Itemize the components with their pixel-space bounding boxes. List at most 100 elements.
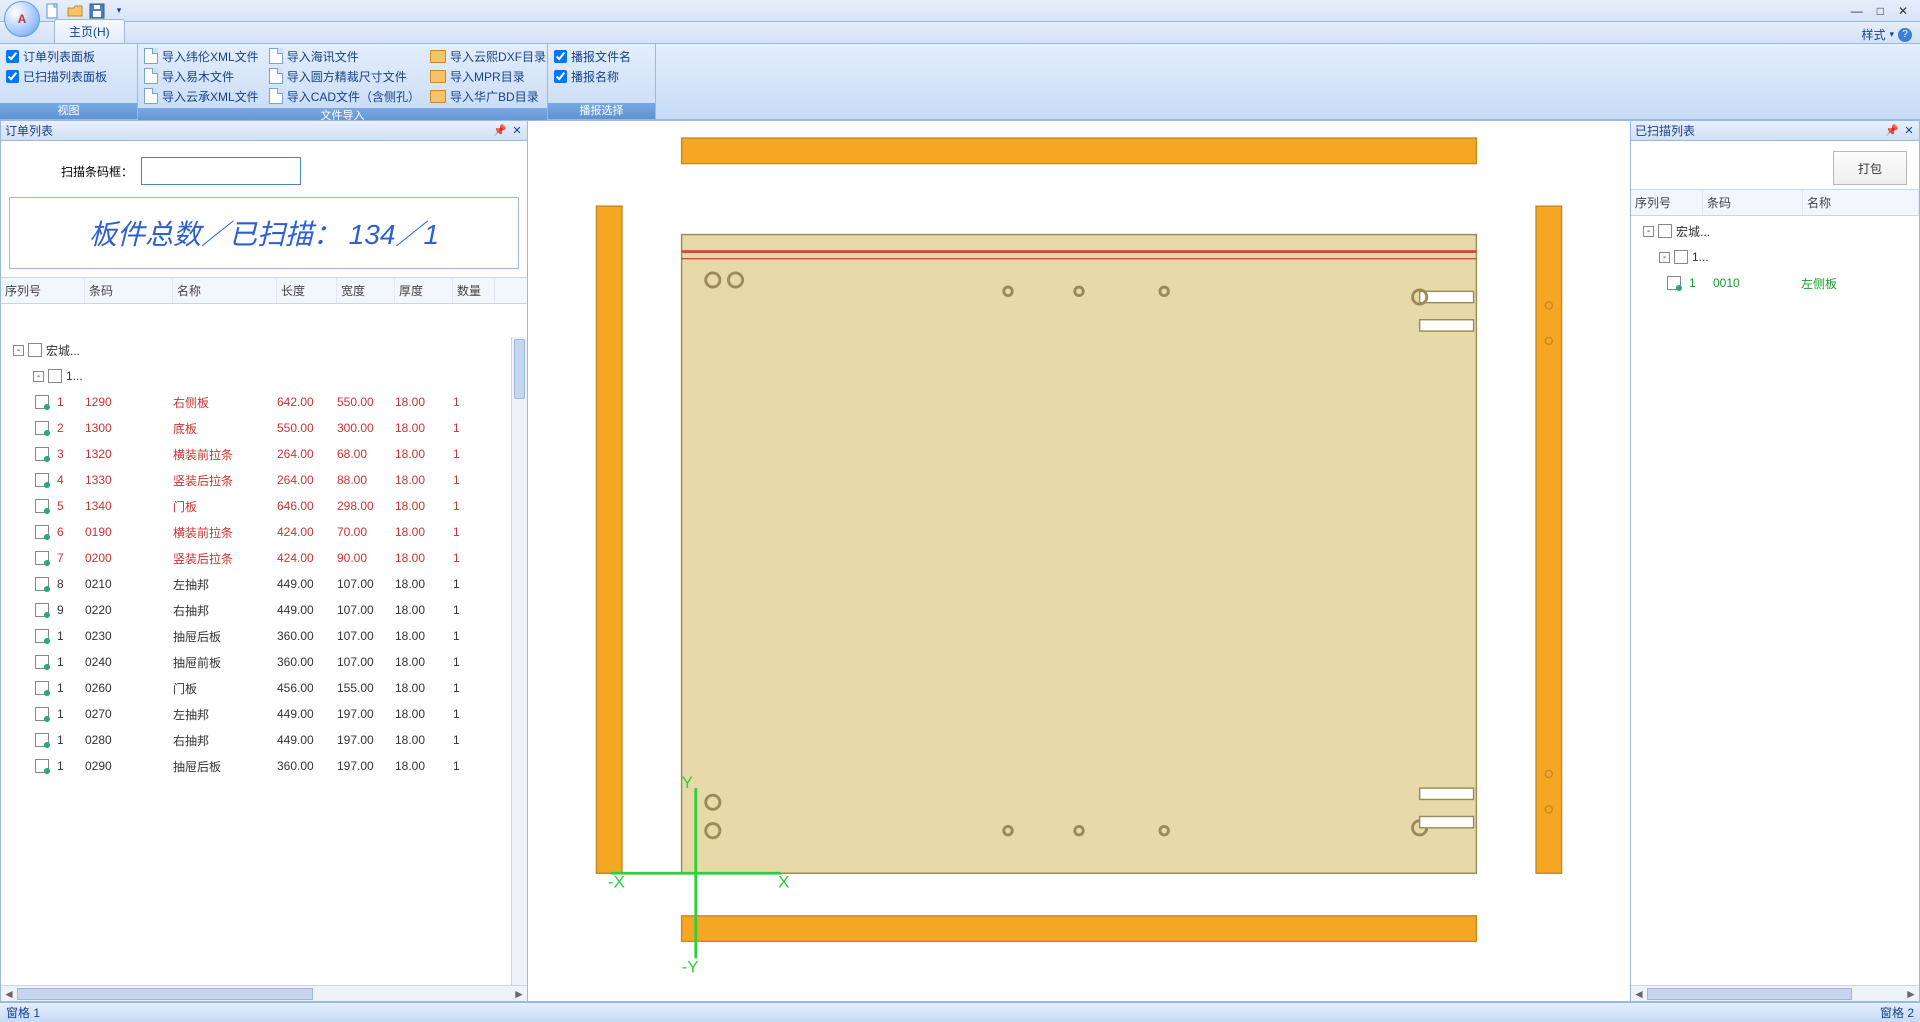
col-thickness[interactable]: 厚度 bbox=[395, 278, 453, 303]
col-barcode[interactable]: 条码 bbox=[1703, 190, 1803, 215]
tree-sub-node[interactable]: - 1... bbox=[1631, 244, 1919, 270]
style-menu[interactable]: 样式 ▾ ? bbox=[1853, 26, 1920, 43]
cell-qty: 1 bbox=[453, 525, 495, 539]
tree-toggle-icon[interactable]: - bbox=[1659, 252, 1670, 263]
qat-dropdown-button[interactable]: ▾ bbox=[110, 2, 128, 20]
scrollbar-thumb[interactable] bbox=[514, 339, 525, 399]
table-row[interactable]: 10290抽屉后板360.00197.0018.001 bbox=[1, 753, 511, 779]
btn-import-yuncheng-xml[interactable]: 导入云承XML文件 bbox=[144, 86, 259, 106]
order-tree[interactable]: - 宏城... - 1... 11290右侧板642.00550.0018.00… bbox=[1, 337, 511, 985]
table-row[interactable]: 10270左抽邦449.00197.0018.001 bbox=[1, 701, 511, 727]
pin-icon[interactable]: 📌 bbox=[493, 125, 505, 137]
table-row[interactable]: 10230抽屉后板360.00107.0018.001 bbox=[1, 623, 511, 649]
table-row[interactable]: 90220右抽邦449.00107.0018.001 bbox=[1, 597, 511, 623]
table-row[interactable]: 60190横装前拉条424.0070.0018.001 bbox=[1, 519, 511, 545]
chk-broadcast-filename[interactable]: 播报文件名 bbox=[554, 46, 649, 66]
pin-icon[interactable]: 📌 bbox=[1885, 125, 1897, 137]
col-name[interactable]: 名称 bbox=[173, 278, 277, 303]
table-row[interactable]: 31320横装前拉条264.0068.0018.001 bbox=[1, 441, 511, 467]
cell-width: 88.00 bbox=[337, 473, 395, 487]
scroll-left-icon[interactable]: ◄ bbox=[1, 987, 17, 1001]
tree-toggle-icon[interactable]: - bbox=[13, 345, 24, 356]
table-row[interactable]: 21300底板550.00300.0018.001 bbox=[1, 415, 511, 441]
close-button[interactable]: ✕ bbox=[1898, 4, 1908, 18]
minimize-button[interactable]: — bbox=[1851, 4, 1863, 18]
scanned-tree[interactable]: - 宏城... - 1... 10010左侧板 bbox=[1631, 216, 1919, 296]
table-row[interactable]: 10010左侧板 bbox=[1631, 270, 1919, 296]
scroll-left-icon[interactable]: ◄ bbox=[1631, 987, 1647, 1001]
qat-save-button[interactable] bbox=[88, 2, 106, 20]
close-icon[interactable]: ✕ bbox=[1903, 125, 1915, 137]
cell-width: 300.00 bbox=[337, 421, 395, 435]
cell-qty: 1 bbox=[453, 655, 495, 669]
table-row[interactable]: 51340门板646.00298.0018.001 bbox=[1, 493, 511, 519]
cell-length: 360.00 bbox=[277, 759, 337, 773]
scrollbar-thumb[interactable] bbox=[17, 988, 313, 1000]
btn-import-cad[interactable]: 导入CAD文件（含侧孔） bbox=[269, 86, 420, 106]
cell-index: 1 bbox=[57, 759, 85, 773]
scanned-list-panel-body: 打包 序列号 条码 名称 - 宏城... - 1... 10010左侧板 bbox=[1631, 141, 1919, 1001]
part-drawing: -X X Y -Y bbox=[528, 121, 1630, 1001]
scroll-right-icon[interactable]: ► bbox=[1903, 987, 1919, 1001]
col-length[interactable]: 长度 bbox=[277, 278, 337, 303]
tree-toggle-icon[interactable]: - bbox=[33, 371, 44, 382]
cell-barcode: 0220 bbox=[85, 603, 173, 617]
help-icon[interactable]: ? bbox=[1898, 28, 1912, 42]
tree-root-node[interactable]: - 宏城... bbox=[1, 337, 511, 363]
chk-order-panel[interactable]: 订单列表面板 bbox=[6, 46, 131, 66]
document-icon bbox=[144, 88, 158, 104]
tree-root-node[interactable]: - 宏城... bbox=[1631, 218, 1919, 244]
table-row[interactable]: 10240抽屉前板360.00107.0018.001 bbox=[1, 649, 511, 675]
close-icon[interactable]: ✕ bbox=[511, 125, 523, 137]
btn-import-weilun-xml[interactable]: 导入纬伦XML文件 bbox=[144, 46, 259, 66]
scan-barcode-input[interactable] bbox=[141, 157, 301, 185]
btn-import-yuanfang[interactable]: 导入圆方精裁尺寸文件 bbox=[269, 66, 420, 86]
tree-sub-node[interactable]: - 1... bbox=[1, 363, 511, 389]
col-qty[interactable]: 数量 bbox=[453, 278, 495, 303]
cell-qty: 1 bbox=[453, 733, 495, 747]
col-name[interactable]: 名称 bbox=[1803, 190, 1919, 215]
chk-scanned-panel[interactable]: 已扫描列表面板 bbox=[6, 66, 131, 86]
table-row[interactable]: 70200竖装后拉条424.0090.0018.001 bbox=[1, 545, 511, 571]
cell-barcode: 0190 bbox=[85, 525, 173, 539]
cell-name: 抽屉前板 bbox=[173, 654, 277, 671]
tree-toggle-icon[interactable]: - bbox=[1643, 226, 1654, 237]
cell-index: 1 bbox=[57, 655, 85, 669]
status-pane-2[interactable]: 窗格 2 bbox=[1880, 1004, 1914, 1021]
table-row[interactable]: 11290右侧板642.00550.0018.001 bbox=[1, 389, 511, 415]
scroll-right-icon[interactable]: ► bbox=[511, 987, 527, 1001]
btn-import-yunxi-dxf-dir[interactable]: 导入云熙DXF目录 bbox=[430, 46, 546, 66]
btn-import-yimu[interactable]: 导入易木文件 bbox=[144, 66, 259, 86]
order-list-panel-body: 扫描条码框： 板件总数／已扫描： 134／1 序列号 条码 名称 长度 宽度 厚… bbox=[1, 141, 527, 1001]
status-pane-1[interactable]: 窗格 1 bbox=[6, 1004, 40, 1021]
cell-name: 门板 bbox=[173, 498, 277, 515]
tab-home[interactable]: 主页(H) bbox=[54, 19, 125, 43]
table-row[interactable]: 41330竖装后拉条264.0088.0018.001 bbox=[1, 467, 511, 493]
qat-open-button[interactable] bbox=[66, 2, 84, 20]
app-orb-button[interactable]: A bbox=[4, 1, 40, 37]
cell-length: 264.00 bbox=[277, 473, 337, 487]
col-index[interactable]: 序列号 bbox=[1, 278, 85, 303]
btn-import-haixun[interactable]: 导入海讯文件 bbox=[269, 46, 420, 66]
cell-width: 107.00 bbox=[337, 655, 395, 669]
scrollbar-thumb[interactable] bbox=[1647, 988, 1852, 1000]
cell-name: 左抽邦 bbox=[173, 706, 277, 723]
horizontal-scrollbar[interactable]: ◄ ► bbox=[1, 985, 527, 1001]
part-canvas[interactable]: -X X Y -Y bbox=[528, 121, 1630, 1001]
qat-new-button[interactable] bbox=[44, 2, 62, 20]
col-barcode[interactable]: 条码 bbox=[85, 278, 173, 303]
chk-broadcast-name[interactable]: 播报名称 bbox=[554, 66, 649, 86]
horizontal-scrollbar[interactable]: ◄ ► bbox=[1631, 985, 1919, 1001]
btn-import-huaguang-bd-dir[interactable]: 导入华广BD目录 bbox=[430, 86, 546, 106]
col-width[interactable]: 宽度 bbox=[337, 278, 395, 303]
vertical-scrollbar[interactable] bbox=[511, 337, 527, 985]
maximize-button[interactable]: □ bbox=[1877, 4, 1884, 18]
table-row[interactable]: 80210左抽邦449.00107.0018.001 bbox=[1, 571, 511, 597]
table-row[interactable]: 10280右抽邦449.00197.0018.001 bbox=[1, 727, 511, 753]
pack-button[interactable]: 打包 bbox=[1833, 151, 1907, 185]
col-index[interactable]: 序列号 bbox=[1631, 190, 1703, 215]
cell-width: 70.00 bbox=[337, 525, 395, 539]
table-row[interactable]: 10260门板456.00155.0018.001 bbox=[1, 675, 511, 701]
cell-length: 449.00 bbox=[277, 603, 337, 617]
btn-import-mpr-dir[interactable]: 导入MPR目录 bbox=[430, 66, 546, 86]
